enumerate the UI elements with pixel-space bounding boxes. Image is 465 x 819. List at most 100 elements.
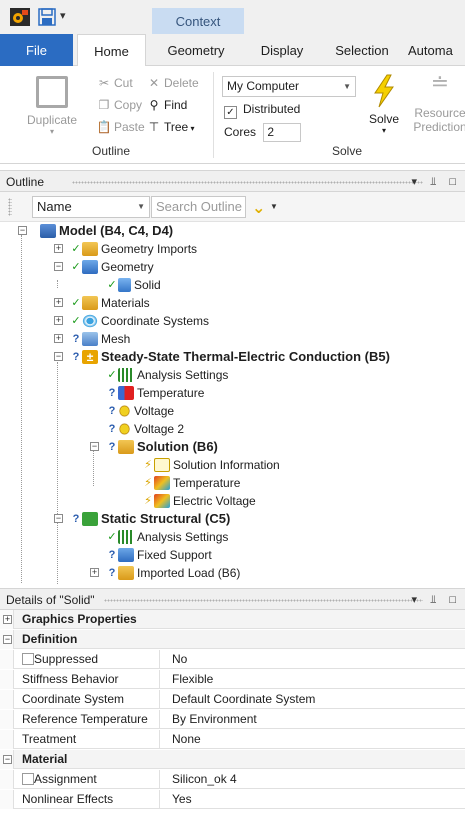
tab-automation[interactable]: Automa [408, 34, 465, 66]
tree-item-voltage[interactable]: ? Voltage [90, 402, 174, 420]
panel-drag-grip[interactable] [104, 599, 423, 602]
cut-button[interactable]: ✂ Cut [96, 74, 133, 92]
expand-icon[interactable]: + [54, 316, 63, 325]
temperature-icon [118, 386, 134, 400]
property-row-treatment[interactable]: Treatment None [0, 730, 465, 749]
cores-input[interactable]: 2 [263, 123, 302, 143]
tree-item-thermal-electric[interactable]: − ? ± Steady-State Thermal-Electric Cond… [54, 348, 390, 366]
tree-item-imported-load[interactable]: + ? Imported Load (B6) [90, 564, 240, 582]
tree-item-geometry[interactable]: − ✓ Geometry [54, 258, 154, 276]
tree-button[interactable]: ⊤ Tree ▾ [146, 118, 195, 136]
tree-item-voltage-2[interactable]: ? Voltage 2 [90, 420, 184, 438]
name-filter-select[interactable]: Name ▼ [32, 196, 150, 218]
find-icon: ⚲ [149, 98, 159, 112]
collapse-icon[interactable]: − [54, 514, 63, 523]
duplicate-button[interactable]: Duplicate ▾ [16, 76, 88, 136]
tab-geometry[interactable]: Geometry [160, 34, 232, 66]
search-outline-input[interactable]: Search Outline [151, 196, 246, 218]
collapse-icon[interactable]: − [54, 262, 63, 271]
find-button[interactable]: ⚲ Find [146, 96, 188, 114]
collapse-icon[interactable]: − [90, 442, 99, 451]
section-graphics-properties[interactable]: + Graphics Properties [0, 610, 465, 629]
tree-item-analysis-settings[interactable]: ✓ Analysis Settings [90, 366, 228, 384]
property-value[interactable]: None [164, 730, 201, 749]
tree-item-label: Temperature [137, 386, 205, 400]
expand-icon[interactable]: + [90, 568, 99, 577]
paste-button[interactable]: 📋 Paste [96, 118, 145, 136]
tab-display[interactable]: Display [252, 34, 312, 66]
tree-item-static-structural[interactable]: − ? Static Structural (C5) [54, 510, 230, 528]
panel-controls-icon[interactable]: ▾ ⫫ □ [412, 171, 461, 193]
property-row-stiffness[interactable]: Stiffness Behavior Flexible [0, 670, 465, 689]
geometry-imports-icon [82, 242, 98, 256]
copy-button[interactable]: ❐ Copy [96, 96, 142, 114]
thermal-electric-analysis-icon: ± [82, 350, 98, 364]
section-definition[interactable]: − Definition [0, 630, 465, 649]
tree-item-solid[interactable]: ✓ Solid [90, 276, 161, 294]
property-row-reference-temperature[interactable]: Reference Temperature By Environment [0, 710, 465, 729]
collapse-icon[interactable]: − [3, 635, 12, 644]
property-row-assignment[interactable]: Assignment Silicon_ok 4 [0, 770, 465, 789]
property-value[interactable]: Silicon_ok 4 [164, 770, 237, 789]
property-value[interactable]: By Environment [164, 710, 257, 729]
property-value[interactable]: No [164, 650, 187, 669]
tree-item-mesh[interactable]: + ? Mesh [54, 330, 130, 348]
tree-item-temperature[interactable]: ? Temperature [90, 384, 204, 402]
tree-item-temperature-result[interactable]: ⚡ Temperature [126, 474, 240, 492]
tab-selection[interactable]: Selection [327, 34, 397, 66]
panel-controls-icon[interactable]: ▾ ⫫ □ [412, 589, 461, 611]
tree-item-coordinate-systems[interactable]: + ✓ Coordinate Systems [54, 312, 209, 330]
quick-access-dropdown-icon[interactable]: ▾ [60, 9, 66, 22]
chevron-down-icon: ▼ [343, 82, 351, 91]
row-gutter [0, 730, 14, 749]
tree-item-analysis-settings-structural[interactable]: ✓ Analysis Settings [90, 528, 228, 546]
tree-item-label: Static Structural (C5) [101, 511, 231, 526]
duplicate-icon [36, 76, 68, 108]
tree-item-solution-information[interactable]: ⚡ Solution Information [126, 456, 280, 474]
delete-icon: ✕ [148, 76, 160, 90]
checkbox-icon[interactable] [22, 773, 34, 785]
duplicate-chevron-icon: ▾ [49, 127, 54, 136]
tree-item-geometry-imports[interactable]: + ✓ Geometry Imports [54, 240, 197, 258]
expand-icon[interactable]: + [54, 244, 63, 253]
property-row-nonlinear-effects[interactable]: Nonlinear Effects Yes [0, 790, 465, 809]
paste-label: Paste [114, 120, 145, 134]
tree-item-materials[interactable]: + ✓ Materials [54, 294, 150, 312]
checkbox-icon[interactable] [22, 653, 34, 665]
property-value[interactable]: Flexible [164, 670, 213, 689]
solve-target-select[interactable]: My Computer ▼ [222, 76, 356, 97]
distributed-checkbox[interactable]: ✓ Distributed [224, 100, 300, 119]
solve-button[interactable]: Solve ▾ [362, 74, 406, 135]
search-options-icon[interactable]: ▼ [270, 202, 278, 211]
tree-item-electric-voltage[interactable]: ⚡ Electric Voltage [126, 492, 256, 510]
property-value[interactable]: Default Coordinate System [164, 690, 315, 709]
expand-icon[interactable]: + [54, 298, 63, 307]
save-icon[interactable] [38, 8, 56, 26]
tree-item-solution[interactable]: − ? Solution (B6) [90, 438, 218, 456]
tree-item-label: Imported Load (B6) [137, 566, 241, 580]
status-ok-icon: ✓ [71, 261, 81, 273]
tree-item-model[interactable]: − Model (B4, C4, D4) [18, 222, 173, 240]
toolbar-grip-icon[interactable] [8, 198, 12, 216]
collapse-icon[interactable]: − [3, 755, 12, 764]
tab-home[interactable]: Home [77, 34, 146, 67]
resource-prediction-button[interactable]: ≐ Resource Prediction [410, 70, 465, 135]
panel-drag-grip[interactable] [72, 181, 423, 184]
property-key: Coordinate System [18, 690, 160, 709]
tree-item-fixed-support[interactable]: ? Fixed Support [90, 546, 212, 564]
search-chevron-icon[interactable]: ⌄ [252, 198, 265, 218]
delete-button[interactable]: ✕ Delete [146, 74, 199, 92]
tree-item-label: Solid [134, 278, 161, 292]
context-tab[interactable]: Context [152, 8, 244, 34]
section-title: Material [22, 752, 68, 766]
collapse-icon[interactable]: − [18, 226, 27, 235]
resource-prediction-icon: ≐ [430, 70, 450, 95]
section-material[interactable]: − Material [0, 750, 465, 769]
property-row-coordinate-system[interactable]: Coordinate System Default Coordinate Sys… [0, 690, 465, 709]
expand-icon[interactable]: + [3, 615, 12, 624]
property-row-suppressed[interactable]: Suppressed No [0, 650, 465, 669]
expand-icon[interactable]: + [54, 334, 63, 343]
property-value[interactable]: Yes [164, 790, 192, 809]
tab-file[interactable]: File [0, 34, 73, 66]
collapse-icon[interactable]: − [54, 352, 63, 361]
